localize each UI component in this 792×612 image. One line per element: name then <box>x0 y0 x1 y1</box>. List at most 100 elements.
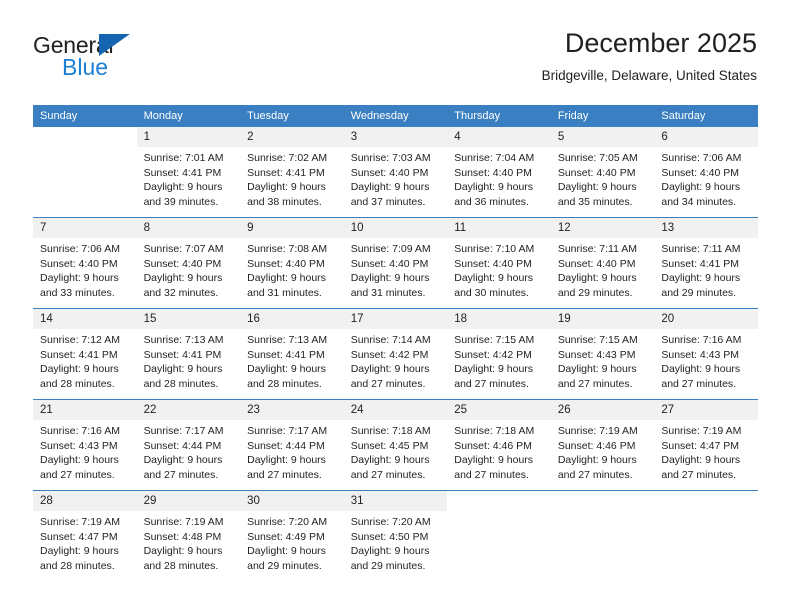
calendar-day-cell[interactable]: 18 Sunrise: 7:15 AM Sunset: 4:42 PM Dayligh… <box>447 308 551 400</box>
daylight-text: Daylight: 9 hours <box>350 454 430 466</box>
sunrise-text: Sunrise: 7:05 AM <box>557 152 638 164</box>
day-detail-lines: Sunrise: 7:18 AM Sunset: 4:45 PM Daylight:… <box>344 420 448 482</box>
sunset-text: Sunset: 4:41 PM <box>247 166 325 179</box>
daylight-text: Daylight: 9 hours <box>350 272 430 284</box>
day-number: 12 <box>550 218 655 238</box>
day-cell-inner: 5 Sunrise: 7:05 AM Sunset: 4:40 PM Daylight… <box>550 127 655 217</box>
day-detail-lines: Sunrise: 7:18 AM Sunset: 4:46 PM Daylight:… <box>447 420 551 482</box>
day-detail-lines: Sunrise: 7:20 AM Sunset: 4:50 PM Daylight:… <box>344 511 448 573</box>
daylight-text: and 27 minutes. <box>247 468 322 481</box>
calendar-week-row: 21 Sunrise: 7:16 AM Sunset: 4:43 PM Dayligh… <box>33 399 758 491</box>
calendar-day-cell[interactable]: 1 Sunrise: 7:01 AM Sunset: 4:41 PM Daylight… <box>136 127 241 218</box>
general-blue-logo[interactable]: General Blue <box>33 32 153 90</box>
daylight-text: and 27 minutes. <box>143 468 219 481</box>
sunset-text: Sunset: 4:40 PM <box>350 166 429 179</box>
daylight-text: Daylight: 9 hours <box>557 181 637 193</box>
daylight-text: and 28 minutes. <box>143 377 219 390</box>
daylight-text: Daylight: 9 hours <box>247 454 326 466</box>
day-number <box>33 127 137 147</box>
day-detail-lines <box>551 511 655 515</box>
sunrise-text: Sunrise: 7:19 AM <box>661 425 742 437</box>
daylight-text: Daylight: 9 hours <box>557 454 637 466</box>
daylight-text: and 38 minutes. <box>247 195 322 208</box>
daylight-text: Daylight: 9 hours <box>143 454 223 466</box>
day-cell-inner <box>447 491 551 581</box>
sunset-text: Sunset: 4:41 PM <box>661 257 740 270</box>
calendar-day-cell[interactable]: 3 Sunrise: 7:03 AM Sunset: 4:40 PM Daylight… <box>343 127 448 218</box>
day-number: 8 <box>136 218 241 238</box>
daylight-text: and 27 minutes. <box>661 468 737 481</box>
day-number: 27 <box>654 400 758 420</box>
calendar-day-cell[interactable]: 12 Sunrise: 7:11 AM Sunset: 4:40 PM Dayligh… <box>550 217 655 309</box>
calendar-week-row: 14 Sunrise: 7:12 AM Sunset: 4:41 PM Dayligh… <box>33 308 758 400</box>
calendar-day-cell[interactable]: 8 Sunrise: 7:07 AM Sunset: 4:40 PM Daylight… <box>136 217 241 309</box>
daylight-text: and 30 minutes. <box>454 286 529 299</box>
calendar-day-cell[interactable]: 19 Sunrise: 7:15 AM Sunset: 4:43 PM Dayligh… <box>550 308 655 400</box>
calendar-day-cell[interactable]: 5 Sunrise: 7:05 AM Sunset: 4:40 PM Daylight… <box>550 127 655 218</box>
day-cell-inner: 11 Sunrise: 7:10 AM Sunset: 4:40 PM Dayligh… <box>447 218 551 308</box>
calendar-day-cell[interactable]: 22 Sunrise: 7:17 AM Sunset: 4:44 PM Dayligh… <box>136 399 241 491</box>
weekday-header-saturday: Saturday <box>654 105 758 127</box>
daylight-text: and 28 minutes. <box>40 377 115 390</box>
daylight-text: Daylight: 9 hours <box>350 363 430 375</box>
day-number: 31 <box>343 491 448 511</box>
calendar-day-cell[interactable]: 4 Sunrise: 7:04 AM Sunset: 4:40 PM Daylight… <box>447 127 551 218</box>
calendar-day-cell[interactable]: 17 Sunrise: 7:14 AM Sunset: 4:42 PM Dayligh… <box>343 308 448 400</box>
day-number: 26 <box>550 400 655 420</box>
calendar-day-cell[interactable]: 24 Sunrise: 7:18 AM Sunset: 4:45 PM Dayligh… <box>343 399 448 491</box>
sunset-text: Sunset: 4:42 PM <box>454 348 532 361</box>
sunset-text: Sunset: 4:49 PM <box>247 530 325 543</box>
calendar-day-cell[interactable]: 27 Sunrise: 7:19 AM Sunset: 4:47 PM Dayligh… <box>654 399 758 491</box>
calendar-day-cell[interactable]: 23 Sunrise: 7:17 AM Sunset: 4:44 PM Dayligh… <box>240 399 344 491</box>
sunset-text: Sunset: 4:40 PM <box>143 257 222 270</box>
daylight-text: and 27 minutes. <box>557 468 633 481</box>
calendar-day-cell[interactable]: 6 Sunrise: 7:06 AM Sunset: 4:40 PM Daylight… <box>654 127 758 218</box>
day-cell-inner: 20 Sunrise: 7:16 AM Sunset: 4:43 PM Dayligh… <box>654 309 758 399</box>
day-cell-inner: 23 Sunrise: 7:17 AM Sunset: 4:44 PM Dayligh… <box>240 400 344 490</box>
calendar-day-cell[interactable]: 29 Sunrise: 7:19 AM Sunset: 4:48 PM Dayligh… <box>136 490 241 581</box>
day-cell-inner: 19 Sunrise: 7:15 AM Sunset: 4:43 PM Dayligh… <box>550 309 655 399</box>
calendar-day-cell[interactable]: 9 Sunrise: 7:08 AM Sunset: 4:40 PM Daylight… <box>240 217 344 309</box>
day-cell-inner: 31 Sunrise: 7:20 AM Sunset: 4:50 PM Dayligh… <box>343 491 448 581</box>
daylight-text: and 32 minutes. <box>143 286 219 299</box>
day-number: 17 <box>343 309 448 329</box>
calendar-day-cell[interactable]: 7 Sunrise: 7:06 AM Sunset: 4:40 PM Daylight… <box>33 217 137 309</box>
sunset-text: Sunset: 4:41 PM <box>143 166 222 179</box>
calendar-day-cell[interactable]: 21 Sunrise: 7:16 AM Sunset: 4:43 PM Dayligh… <box>33 399 137 491</box>
calendar-day-cell[interactable]: 14 Sunrise: 7:12 AM Sunset: 4:41 PM Dayligh… <box>33 308 137 400</box>
day-number: 30 <box>240 491 344 511</box>
sunset-text: Sunset: 4:42 PM <box>350 348 429 361</box>
calendar-week-row: 7 Sunrise: 7:06 AM Sunset: 4:40 PM Daylight… <box>33 217 758 309</box>
calendar-day-cell[interactable]: 26 Sunrise: 7:19 AM Sunset: 4:46 PM Dayligh… <box>550 399 655 491</box>
day-number: 10 <box>343 218 448 238</box>
sunrise-text: Sunrise: 7:18 AM <box>454 425 535 437</box>
day-detail-lines: Sunrise: 7:14 AM Sunset: 4:42 PM Daylight:… <box>344 329 448 391</box>
day-cell-inner: 9 Sunrise: 7:08 AM Sunset: 4:40 PM Daylight… <box>240 218 344 308</box>
calendar-day-cell[interactable]: 11 Sunrise: 7:10 AM Sunset: 4:40 PM Dayligh… <box>447 217 551 309</box>
calendar-day-cell[interactable]: 28 Sunrise: 7:19 AM Sunset: 4:47 PM Dayligh… <box>33 490 137 581</box>
calendar-day-cell[interactable]: 25 Sunrise: 7:18 AM Sunset: 4:46 PM Dayligh… <box>447 399 551 491</box>
daylight-text: and 36 minutes. <box>454 195 529 208</box>
day-cell-inner: 28 Sunrise: 7:19 AM Sunset: 4:47 PM Dayligh… <box>33 491 137 581</box>
calendar-day-cell[interactable]: 13 Sunrise: 7:11 AM Sunset: 4:41 PM Dayligh… <box>654 217 758 309</box>
day-number: 25 <box>447 400 551 420</box>
calendar-day-cell[interactable]: 2 Sunrise: 7:02 AM Sunset: 4:41 PM Daylight… <box>240 127 344 218</box>
calendar-day-cell[interactable]: 20 Sunrise: 7:16 AM Sunset: 4:43 PM Dayligh… <box>654 308 758 400</box>
calendar-day-cell[interactable]: 31 Sunrise: 7:20 AM Sunset: 4:50 PM Dayligh… <box>343 490 448 581</box>
daylight-text: and 29 minutes. <box>661 286 737 299</box>
day-number: 21 <box>33 400 137 420</box>
daylight-text: and 29 minutes. <box>557 286 633 299</box>
daylight-text: Daylight: 9 hours <box>661 363 741 375</box>
calendar-day-cell[interactable]: 16 Sunrise: 7:13 AM Sunset: 4:41 PM Dayligh… <box>240 308 344 400</box>
day-cell-inner: 24 Sunrise: 7:18 AM Sunset: 4:45 PM Dayligh… <box>343 400 448 490</box>
calendar-day-cell[interactable]: 10 Sunrise: 7:09 AM Sunset: 4:40 PM Dayligh… <box>343 217 448 309</box>
calendar-day-cell[interactable]: 30 Sunrise: 7:20 AM Sunset: 4:49 PM Dayligh… <box>240 490 344 581</box>
weekday-header-sunday: Sunday <box>33 105 137 127</box>
sunrise-text: Sunrise: 7:12 AM <box>40 334 120 346</box>
calendar-day-cell[interactable]: 15 Sunrise: 7:13 AM Sunset: 4:41 PM Dayligh… <box>136 308 241 400</box>
day-detail-lines: Sunrise: 7:16 AM Sunset: 4:43 PM Daylight:… <box>654 329 758 391</box>
daylight-text: and 27 minutes. <box>661 377 737 390</box>
calendar-day-cell-empty <box>654 490 758 581</box>
day-detail-lines: Sunrise: 7:17 AM Sunset: 4:44 PM Daylight:… <box>137 420 241 482</box>
day-cell-inner: 3 Sunrise: 7:03 AM Sunset: 4:40 PM Daylight… <box>343 127 448 217</box>
